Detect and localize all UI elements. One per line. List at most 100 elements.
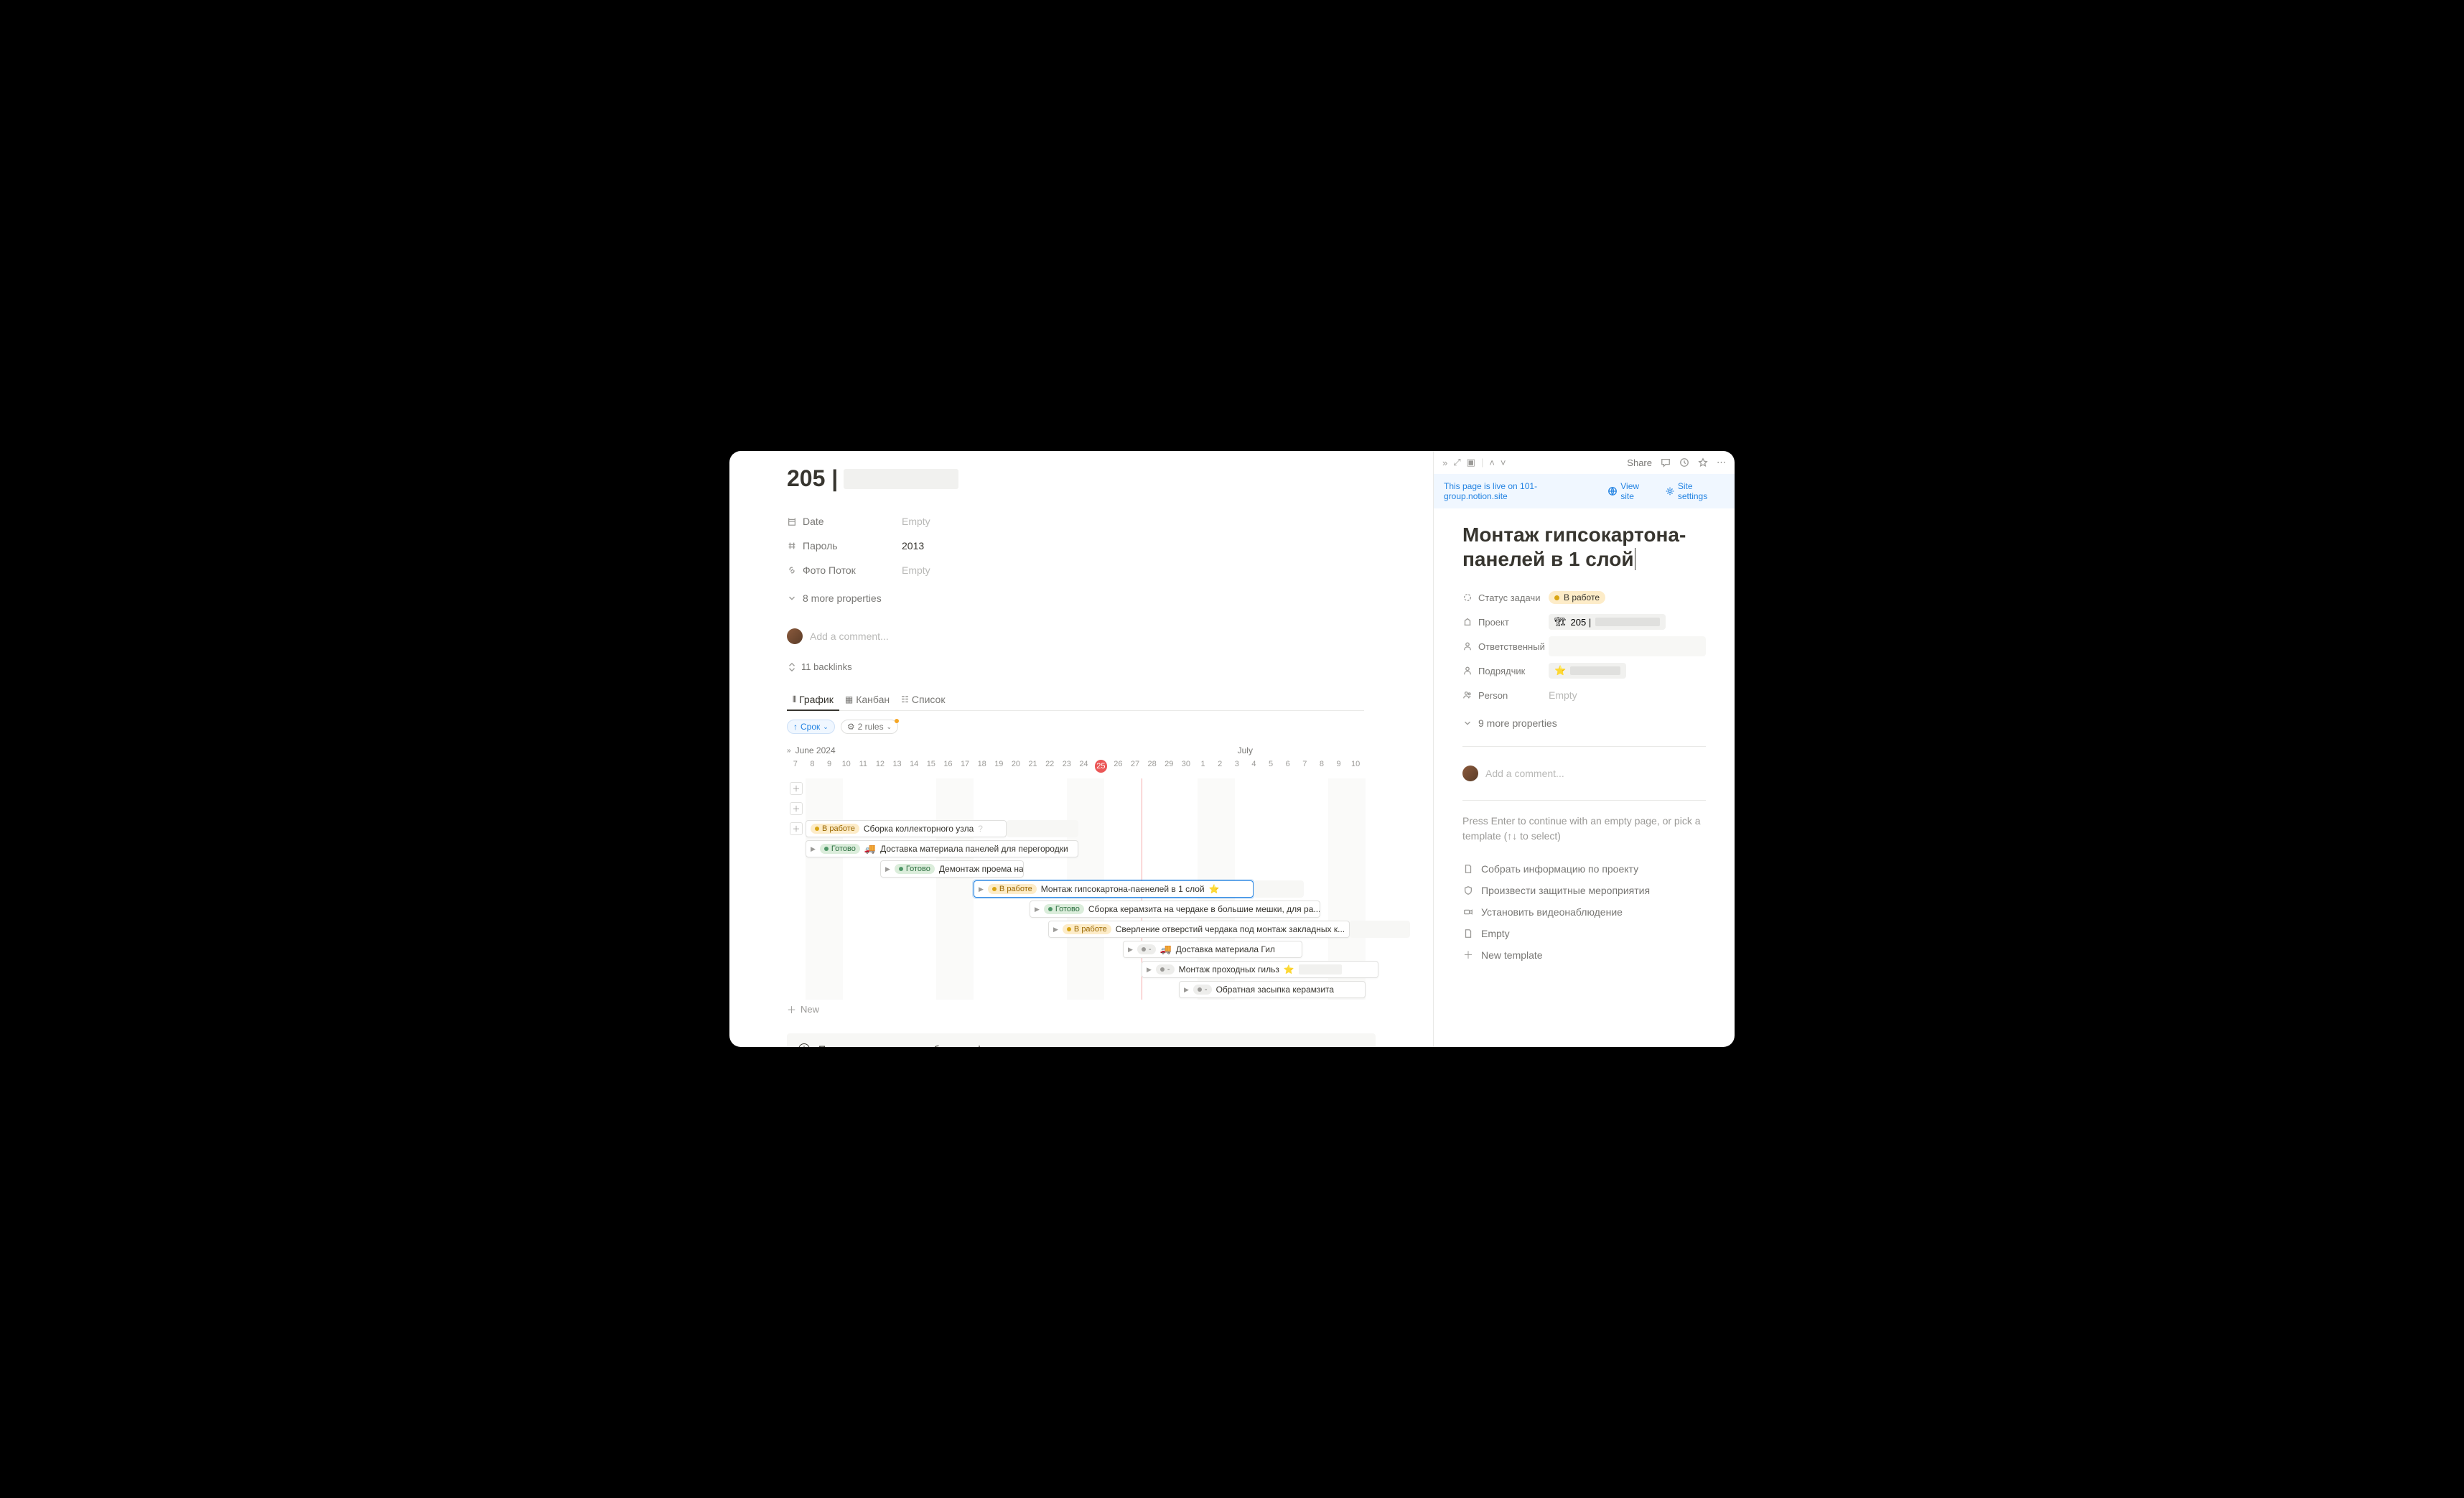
template-option[interactable]: Собрать информацию по проекту xyxy=(1462,858,1706,880)
page-title[interactable]: 205 | xyxy=(787,465,1364,492)
expand-caret-icon[interactable]: ▶ xyxy=(1184,986,1189,994)
timeline-day[interactable]: 3 xyxy=(1228,760,1246,773)
share-button[interactable]: Share xyxy=(1627,457,1652,468)
timeline-day[interactable]: 5 xyxy=(1262,760,1279,773)
timeline-day[interactable]: 24 xyxy=(1075,760,1093,773)
task-bar[interactable]: В работеСборка коллекторного узла? xyxy=(806,820,1007,837)
star-icon: ⭐ xyxy=(1284,964,1294,974)
task-bar[interactable]: ▶-Обратная засыпка керамзита xyxy=(1179,981,1366,998)
timeline-day[interactable]: 29 xyxy=(1160,760,1177,773)
timeline-day[interactable]: 9 xyxy=(1330,760,1348,773)
expand-caret-icon[interactable]: ▶ xyxy=(1128,946,1133,954)
add-row-button[interactable]: ＋ xyxy=(790,802,803,815)
timeline-day[interactable]: 21 xyxy=(1025,760,1042,773)
timeline-day[interactable]: 13 xyxy=(889,760,906,773)
timeline-day[interactable]: 20 xyxy=(1007,760,1025,773)
timeline-day[interactable]: 19 xyxy=(991,760,1008,773)
more-icon[interactable]: ⋯ xyxy=(1717,457,1726,468)
task-bar[interactable]: ▶В работеМонтаж гипсокартона-паенелей в … xyxy=(974,880,1254,898)
site-settings-link[interactable]: Site settings xyxy=(1665,481,1725,501)
task-bar[interactable]: ▶В работеСверление отверстий чердака под… xyxy=(1048,921,1350,938)
timeline-day[interactable]: 25 xyxy=(1095,760,1106,773)
side-property-row[interactable]: PersonEmpty xyxy=(1462,683,1706,707)
expand-caret-icon[interactable]: ▶ xyxy=(885,865,890,873)
timeline-day[interactable]: 17 xyxy=(956,760,974,773)
property-row[interactable]: DateEmpty xyxy=(787,509,1364,534)
timeline-month-left[interactable]: » June 2024 xyxy=(787,745,836,755)
timeline-day[interactable]: 18 xyxy=(974,760,991,773)
info-icon: i xyxy=(798,1043,810,1047)
template-option[interactable]: Empty xyxy=(1462,923,1706,944)
timeline-day[interactable]: 28 xyxy=(1144,760,1161,773)
tab-Список[interactable]: ☷Список xyxy=(895,689,951,711)
expand-caret-icon[interactable]: ▶ xyxy=(1147,966,1152,974)
task-bar[interactable]: ▶Готово🚚Доставка материала панелей для п… xyxy=(806,840,1078,857)
timeline-day[interactable]: 7 xyxy=(787,760,804,773)
view-site-link[interactable]: View site xyxy=(1607,481,1655,501)
side-property-row[interactable]: Проект🏗205 | xyxy=(1462,610,1706,634)
new-task[interactable]: ＋ New xyxy=(787,1002,1364,1016)
timeline-day[interactable]: 15 xyxy=(923,760,940,773)
timeline-day[interactable]: 4 xyxy=(1246,760,1263,773)
timeline-day[interactable]: 16 xyxy=(940,760,957,773)
timeline-day[interactable]: 11 xyxy=(855,760,872,773)
avatar xyxy=(1462,766,1478,781)
main-panel: 205 | DateEmptyПароль2013Фото ПотокEmpty… xyxy=(729,451,1433,1047)
timeline-day[interactable]: 14 xyxy=(905,760,923,773)
task-bar[interactable]: ▶-🚚Доставка материала Гил xyxy=(1123,941,1302,958)
timeline-day[interactable]: 7 xyxy=(1296,760,1313,773)
sort-filter[interactable]: ↑ Срок ⌄ xyxy=(787,720,835,734)
side-page-title[interactable]: Монтаж гипсокартона-панелей в 1 слой xyxy=(1462,523,1706,571)
task-bar[interactable]: ▶ГотовоДемонтаж проема на чердак xyxy=(880,860,1024,878)
timeline-day[interactable]: 27 xyxy=(1126,760,1144,773)
timeline-day[interactable]: 26 xyxy=(1110,760,1127,773)
expand-caret-icon[interactable]: ▶ xyxy=(979,885,984,893)
template-option[interactable]: Установить видеонаблюдение xyxy=(1462,901,1706,923)
rules-filter[interactable]: ⚙ 2 rules ⌄ xyxy=(841,720,898,734)
timeline-day[interactable]: 10 xyxy=(1347,760,1364,773)
prev-icon[interactable]: ˄ xyxy=(1489,457,1495,468)
more-properties-toggle[interactable]: 8 more properties xyxy=(787,588,1364,608)
timeline-day[interactable]: 1 xyxy=(1195,760,1212,773)
side-property-row[interactable]: Ответственный xyxy=(1462,634,1706,659)
peek-icon[interactable]: ⤢ xyxy=(1453,457,1460,468)
timeline-day[interactable]: 22 xyxy=(1041,760,1058,773)
backlinks-toggle[interactable]: 11 backlinks xyxy=(787,661,1364,672)
expand-caret-icon[interactable]: ▶ xyxy=(811,845,816,853)
expand-caret-icon[interactable]: ▶ xyxy=(1035,906,1040,913)
add-row-button[interactable]: ＋ xyxy=(790,822,803,835)
side-more-properties[interactable]: 9 more properties xyxy=(1462,713,1706,733)
timeline-day[interactable]: 6 xyxy=(1279,760,1297,773)
template-option[interactable]: ＋New template xyxy=(1462,944,1706,966)
timeline-day[interactable]: 2 xyxy=(1211,760,1228,773)
timeline-day[interactable]: 30 xyxy=(1177,760,1195,773)
comments-icon[interactable] xyxy=(1661,457,1671,467)
chevron-down-icon xyxy=(787,593,797,603)
property-row[interactable]: Пароль2013 xyxy=(787,534,1364,558)
expand-caret-icon[interactable]: ▶ xyxy=(1053,926,1058,934)
favorite-icon[interactable] xyxy=(1698,457,1708,467)
tab-Канбан[interactable]: ▦Канбан xyxy=(839,689,895,711)
task-bar[interactable]: ▶ГотовоСборка керамзита на чердаке в бол… xyxy=(1030,901,1320,918)
next-icon[interactable]: ˅ xyxy=(1501,457,1506,468)
timeline-day[interactable]: 8 xyxy=(804,760,821,773)
timeline-day[interactable]: 9 xyxy=(821,760,838,773)
task-bar[interactable]: ▶-Монтаж проходных гильз⭐ xyxy=(1142,961,1378,978)
timeline-day[interactable]: 23 xyxy=(1058,760,1075,773)
timeline-view: » June 2024 July 78910111213141516171819… xyxy=(787,745,1364,1016)
side-property-row[interactable]: Подрядчик⭐ xyxy=(1462,659,1706,683)
side-property-row[interactable]: Статус задачиВ работе xyxy=(1462,585,1706,610)
add-row-button[interactable]: ＋ xyxy=(790,782,803,795)
timeline-day[interactable]: 8 xyxy=(1313,760,1330,773)
updates-icon[interactable] xyxy=(1679,457,1689,467)
expand-icon[interactable]: » xyxy=(1442,457,1447,468)
side-add-comment[interactable]: Add a comment... xyxy=(1462,760,1706,787)
timeline-day[interactable]: 10 xyxy=(838,760,855,773)
add-comment[interactable]: Add a comment... xyxy=(787,623,1364,650)
timeline-day[interactable]: 12 xyxy=(872,760,889,773)
open-icon[interactable]: ▣ xyxy=(1467,457,1475,468)
tab-График[interactable]: ⫴График xyxy=(787,689,839,711)
status-badge: В работе xyxy=(811,824,859,834)
template-option[interactable]: Произвести защитные мероприятия xyxy=(1462,880,1706,901)
property-row[interactable]: Фото ПотокEmpty xyxy=(787,558,1364,582)
